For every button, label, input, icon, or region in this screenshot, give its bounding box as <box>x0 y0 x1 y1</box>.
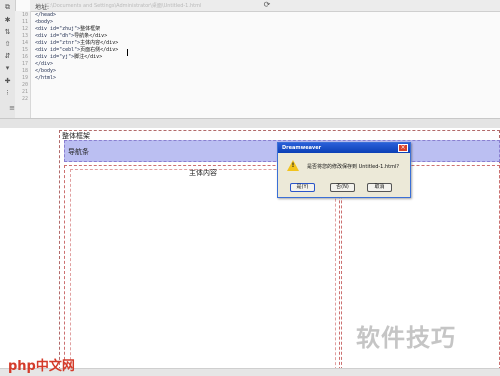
line-number: 18 <box>21 68 28 74</box>
code-text: 脚注</div> <box>74 54 103 60</box>
code-line: </html> <box>35 75 56 82</box>
code-line: <div id="dh">导航条</div> <box>35 33 107 40</box>
line-number: 15 <box>21 47 28 53</box>
line-number: 22 <box>21 96 28 102</box>
yes-button[interactable]: 是(Y) <box>290 183 315 192</box>
line-number: 12 <box>21 26 28 32</box>
expand-all-icon[interactable]: ⇅ <box>3 28 12 37</box>
code-line: <div id="cebl">页面右侧</div> <box>35 47 118 54</box>
collapse-tag-icon[interactable]: ✱ <box>3 16 12 25</box>
code-toolbar: ⧉ ✱ ⇅ ⇧ ⇵ ▾ ✚ ⁝ <box>0 0 16 118</box>
open-documents-icon[interactable]: ⧉ <box>3 3 12 12</box>
code-tag: <div id="ztnr"> <box>35 40 81 46</box>
line-number: 10 <box>21 12 28 18</box>
no-button[interactable]: 否(N) <box>330 183 355 192</box>
main-content-label: 主体内容 <box>189 169 217 177</box>
line-number: 14 <box>21 40 28 46</box>
nav-div-label: 导航条 <box>68 148 89 156</box>
code-tag: <div id="zhuj"> <box>35 26 81 32</box>
code-line: <div id="yj">脚注</div> <box>35 54 102 61</box>
line-number: 13 <box>21 33 28 39</box>
code-text: 页面右侧</div> <box>80 47 119 53</box>
save-changes-dialog: Dreamweaver × ! 是否将您的修改保存到 Untitled-1.ht… <box>277 142 411 198</box>
select-parent-tag-icon[interactable]: ⇧ <box>3 40 12 49</box>
address-field[interactable]: C:\Documents and Settings\Administrator\… <box>46 2 274 8</box>
text-caret <box>127 49 128 56</box>
line-number: 11 <box>21 19 28 25</box>
dialog-message: 是否将您的修改保存到 Untitled-1.html? <box>307 164 399 170</box>
code-editor[interactable]: </head> <body> <div id="zhuj">整体框架 <div … <box>31 11 500 118</box>
line-number-gutter: 10 11 12 13 14 15 16 17 18 19 20 21 22 <box>15 11 31 118</box>
code-line: <div id="ztnr">主体内容</div> <box>35 40 118 47</box>
code-text: 整体框架 <box>80 26 101 32</box>
code-tag: </html> <box>35 75 57 81</box>
warning-icon-mark: ! <box>291 162 295 169</box>
comment-icon[interactable]: ⁝ <box>3 89 12 98</box>
php-cn-watermark: php中文网 <box>8 359 75 374</box>
line-numbers-icon[interactable]: ▾ <box>3 64 12 73</box>
code-line: <div id="zhuj">整体框架 <box>35 26 100 33</box>
main-content-inner-outline <box>70 169 336 375</box>
software-tips-watermark: 软件技巧 <box>356 324 456 352</box>
dialog-title-bar[interactable]: Dreamweaver × <box>278 143 410 153</box>
code-line: </body> <box>35 68 56 75</box>
line-number: 19 <box>21 75 28 81</box>
line-number: 16 <box>21 54 28 60</box>
code-tag: </body> <box>35 68 57 74</box>
code-tag: <div id="dh"> <box>35 33 75 39</box>
code-text: 主体内容</div> <box>80 40 119 46</box>
code-line: </div> <box>35 61 53 68</box>
balance-braces-icon[interactable]: ⇵ <box>3 52 12 61</box>
cancel-button[interactable]: 取消 <box>367 183 392 192</box>
line-number: 21 <box>21 89 28 95</box>
code-tag: <body> <box>35 19 54 25</box>
code-line: <body> <box>35 19 53 26</box>
line-number: 20 <box>21 82 28 88</box>
code-tag: <div id="yj"> <box>35 54 75 60</box>
code-tag: <div id="cebl"> <box>35 47 81 53</box>
dialog-title: Dreamweaver <box>282 145 322 151</box>
code-line: </head> <box>35 12 56 19</box>
code-tag: </head> <box>35 12 57 18</box>
highlight-invalid-icon[interactable]: ✚ <box>3 77 12 86</box>
code-text: 导航条</div> <box>74 33 108 39</box>
close-icon[interactable]: × <box>398 144 408 152</box>
refresh-icon[interactable]: ⟳ <box>262 0 272 10</box>
code-tag: </div> <box>35 61 54 67</box>
line-number: 17 <box>21 61 28 67</box>
